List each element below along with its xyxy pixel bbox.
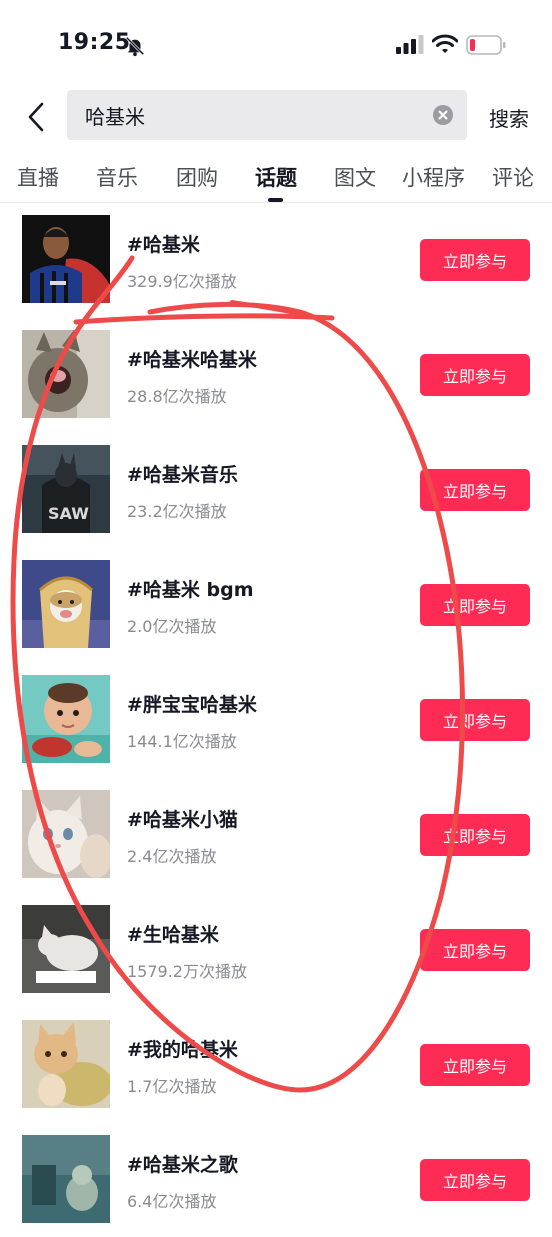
join-button[interactable]: 立即参与 xyxy=(420,469,530,511)
topic-play-count: 28.8亿次播放 xyxy=(127,387,227,406)
search-query[interactable]: 哈基米 xyxy=(85,101,145,130)
topic-title: #胖宝宝哈基米 xyxy=(127,694,257,716)
back-arrow-icon[interactable] xyxy=(22,100,52,134)
topic-thumbnail xyxy=(22,330,110,418)
join-button[interactable]: 立即参与 xyxy=(420,354,530,396)
topic-thumbnail xyxy=(22,905,110,993)
join-button[interactable]: 立即参与 xyxy=(420,584,530,626)
status-bar: 19:25 xyxy=(0,0,552,90)
join-button[interactable]: 立即参与 xyxy=(420,699,530,741)
topic-thumbnail: SAW xyxy=(22,445,110,533)
topic-row[interactable]: #哈基米 329.9亿次播放 立即参与 xyxy=(0,202,552,317)
topic-play-count: 2.4亿次播放 xyxy=(127,847,217,866)
topic-title: #哈基米音乐 xyxy=(127,464,238,486)
topic-row[interactable]: #生哈基米 1579.2万次播放 立即参与 xyxy=(0,892,552,1007)
topic-thumbnail xyxy=(22,1135,110,1223)
topic-thumbnail xyxy=(22,790,110,878)
tab-comments[interactable]: 评论 xyxy=(492,162,534,192)
tab-group-buy[interactable]: 团购 xyxy=(176,162,218,192)
topic-title: #哈基米 bgm xyxy=(127,579,254,601)
topic-row[interactable]: #哈基米小猫 2.4亿次播放 立即参与 xyxy=(0,777,552,892)
topic-play-count: 2.0亿次播放 xyxy=(127,617,217,636)
search-header: 哈基米 搜索 xyxy=(0,90,552,144)
status-time: 19:25 xyxy=(58,30,131,55)
topic-title: #哈基米小猫 xyxy=(127,809,238,831)
tab-live[interactable]: 直播 xyxy=(17,162,59,192)
topic-title: #我的哈基米 xyxy=(127,1039,238,1061)
tab-music[interactable]: 音乐 xyxy=(96,162,138,192)
topic-row[interactable]: #胖宝宝哈基米 144.1亿次播放 立即参与 xyxy=(0,662,552,777)
topic-title: #哈基米之歌 xyxy=(127,1154,238,1176)
topic-thumbnail xyxy=(22,675,110,763)
topic-row[interactable]: #哈基米之歌 6.4亿次播放 立即参与 xyxy=(0,1122,552,1237)
topic-title: #哈基米哈基米 xyxy=(127,349,257,371)
join-button[interactable]: 立即参与 xyxy=(420,239,530,281)
battery-icon xyxy=(466,35,506,55)
topic-thumbnail xyxy=(22,1020,110,1108)
topic-play-count: 23.2亿次播放 xyxy=(127,502,227,521)
category-tabs: 直播 音乐 团购 话题 图文 小程序 评论 xyxy=(0,148,552,203)
topic-row[interactable]: #哈基米 bgm 2.0亿次播放 立即参与 xyxy=(0,547,552,662)
topic-thumbnail xyxy=(22,215,110,303)
join-button[interactable]: 立即参与 xyxy=(420,814,530,856)
topic-row[interactable]: SAW #哈基米音乐 23.2亿次播放 立即参与 xyxy=(0,432,552,547)
topic-play-count: 329.9亿次播放 xyxy=(127,272,237,291)
bell-slash-icon xyxy=(125,36,145,57)
topic-play-count: 144.1亿次播放 xyxy=(127,732,237,751)
tab-topics[interactable]: 话题 xyxy=(255,162,297,192)
svg-text:SAW: SAW xyxy=(48,504,89,523)
topic-play-count: 1579.2万次播放 xyxy=(127,962,247,981)
tab-mini-program[interactable]: 小程序 xyxy=(402,162,465,192)
join-button[interactable]: 立即参与 xyxy=(420,929,530,971)
wifi-icon xyxy=(432,34,458,53)
cellular-signal-icon xyxy=(396,35,424,54)
topic-row[interactable]: #我的哈基米 1.7亿次播放 立即参与 xyxy=(0,1007,552,1122)
topic-title: #生哈基米 xyxy=(127,924,219,946)
topic-thumbnail xyxy=(22,560,110,648)
topic-play-count: 6.4亿次播放 xyxy=(127,1192,217,1211)
clear-icon[interactable] xyxy=(433,105,453,125)
topic-play-count: 1.7亿次播放 xyxy=(127,1077,217,1096)
topic-title: #哈基米 xyxy=(127,234,200,256)
join-button[interactable]: 立即参与 xyxy=(420,1044,530,1086)
search-button[interactable]: 搜索 xyxy=(489,103,529,132)
tab-image-text[interactable]: 图文 xyxy=(334,162,376,192)
search-input[interactable]: 哈基米 xyxy=(67,90,467,140)
topic-row[interactable]: #哈基米哈基米 28.8亿次播放 立即参与 xyxy=(0,317,552,432)
join-button[interactable]: 立即参与 xyxy=(420,1159,530,1201)
